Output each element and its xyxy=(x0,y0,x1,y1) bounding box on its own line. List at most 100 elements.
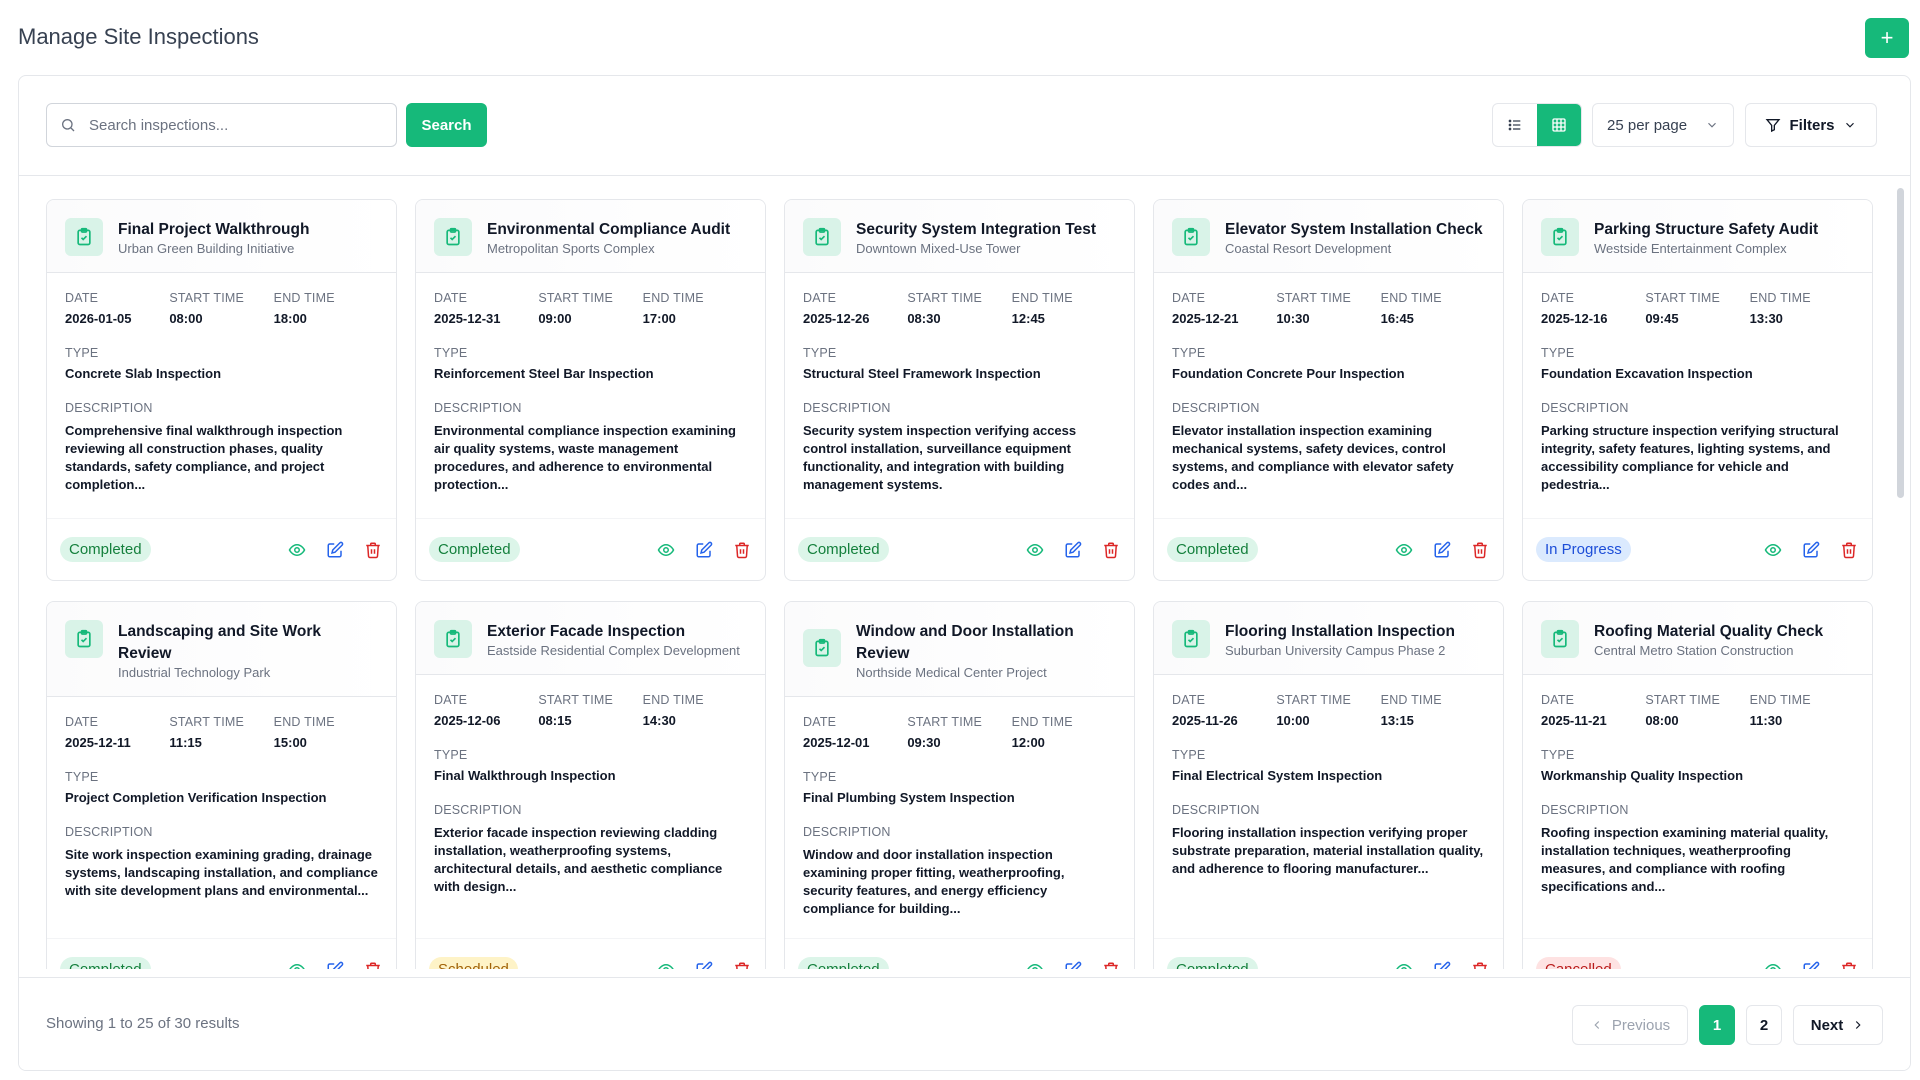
delete-icon[interactable] xyxy=(1471,541,1489,559)
card-title: Window and Door Installation Review xyxy=(856,623,1074,662)
search-box[interactable] xyxy=(46,103,397,147)
description-label: DESCRIPTION xyxy=(1541,401,1629,415)
card-title: Elevator System Installation Check xyxy=(1225,221,1483,238)
status-badge: Scheduled xyxy=(429,957,518,969)
delete-icon[interactable] xyxy=(1471,961,1489,969)
grid-view-button[interactable] xyxy=(1537,104,1581,146)
type-value: Concrete Slab Inspection xyxy=(65,366,222,381)
start-time-value: 09:45 xyxy=(1645,311,1679,326)
inspection-card: Final Project Walkthrough Urban Green Bui… xyxy=(46,199,397,581)
delete-icon[interactable] xyxy=(1102,961,1120,969)
description-label: DESCRIPTION xyxy=(434,401,522,415)
view-icon[interactable] xyxy=(1764,961,1782,969)
delete-icon[interactable] xyxy=(364,961,382,969)
view-icon[interactable] xyxy=(657,961,675,969)
type-label: TYPE xyxy=(1541,346,1575,360)
start-time-label: START TIME xyxy=(907,715,983,729)
pagination-footer: Showing 1 to 25 of 30 results Previous 1… xyxy=(19,977,1910,1070)
date-value: 2025-11-26 xyxy=(1172,713,1238,728)
inspection-card: Environmental Compliance Audit Metropolit… xyxy=(415,199,766,581)
description-value: Roofing inspection examining material qu… xyxy=(1541,825,1829,894)
view-icon[interactable] xyxy=(288,541,306,559)
type-label: TYPE xyxy=(803,770,837,784)
status-badge: Completed xyxy=(798,957,889,969)
grid-icon xyxy=(1551,117,1567,133)
start-time-label: START TIME xyxy=(1645,693,1721,707)
toolbar: Search 25 per page Filters xyxy=(19,76,1910,176)
per-page-select[interactable]: 25 per page xyxy=(1592,103,1734,147)
clipboard-check-icon xyxy=(1172,218,1210,256)
end-time-value: 11:30 xyxy=(1749,713,1783,728)
end-time-value: 14:30 xyxy=(642,713,676,728)
type-label: TYPE xyxy=(65,770,99,784)
description-value: Elevator installation inspection examini… xyxy=(1172,423,1454,492)
date-label: DATE xyxy=(1541,693,1575,707)
description-label: DESCRIPTION xyxy=(1172,401,1260,415)
delete-icon[interactable] xyxy=(1102,541,1120,559)
delete-icon[interactable] xyxy=(733,541,751,559)
card-title: Environmental Compliance Audit xyxy=(487,221,731,238)
inspections-panel: Search 25 per page Filters xyxy=(18,75,1911,1071)
card-title: Landscaping and Site Work Review xyxy=(118,623,321,662)
delete-icon[interactable] xyxy=(1840,541,1858,559)
delete-icon[interactable] xyxy=(364,541,382,559)
add-inspection-button[interactable]: + xyxy=(1865,18,1909,58)
view-icon[interactable] xyxy=(288,961,306,969)
results-summary: Showing 1 to 25 of 30 results xyxy=(46,1015,240,1032)
page-1-button[interactable]: 1 xyxy=(1699,1005,1735,1045)
status-badge: Completed xyxy=(60,537,151,562)
edit-icon[interactable] xyxy=(695,961,713,969)
search-input[interactable] xyxy=(89,116,379,134)
edit-icon[interactable] xyxy=(1064,961,1082,969)
date-value: 2025-12-26 xyxy=(803,311,870,326)
view-icon[interactable] xyxy=(1395,541,1413,559)
description-label: DESCRIPTION xyxy=(1172,803,1260,817)
end-time-label: END TIME xyxy=(1011,291,1073,305)
card-header: Environmental Compliance Audit Metropolit… xyxy=(416,200,765,273)
search-button[interactable]: Search xyxy=(406,103,487,147)
inspection-card: Security System Integration Test Downtown… xyxy=(784,199,1135,581)
end-time-value: 16:45 xyxy=(1380,311,1414,326)
list-view-button[interactable] xyxy=(1493,104,1537,146)
view-icon[interactable] xyxy=(1026,541,1044,559)
card-header: Exterior Facade Inspection Eastside Resid… xyxy=(416,602,765,675)
view-icon[interactable] xyxy=(1764,541,1782,559)
clipboard-check-icon xyxy=(1541,218,1579,256)
edit-icon[interactable] xyxy=(326,961,344,969)
next-page-button[interactable]: Next xyxy=(1793,1005,1883,1045)
delete-icon[interactable] xyxy=(733,961,751,969)
edit-icon[interactable] xyxy=(326,541,344,559)
edit-icon[interactable] xyxy=(1802,541,1820,559)
card-project: Urban Green Building Initiative xyxy=(118,241,295,256)
edit-icon[interactable] xyxy=(1433,541,1451,559)
view-icon[interactable] xyxy=(1026,961,1044,969)
type-label: TYPE xyxy=(1541,748,1575,762)
previous-page-button[interactable]: Previous xyxy=(1572,1005,1688,1045)
card-header: Window and Door Installation Review North… xyxy=(785,602,1134,697)
card-title: Roofing Material Quality Check xyxy=(1594,623,1824,640)
filters-button[interactable]: Filters xyxy=(1745,103,1877,147)
edit-icon[interactable] xyxy=(1064,541,1082,559)
description-value: Flooring installation inspection verifyi… xyxy=(1172,825,1484,876)
start-time-label: START TIME xyxy=(1276,693,1352,707)
inspection-card: Elevator System Installation Check Coasta… xyxy=(1153,199,1504,581)
scrollbar[interactable] xyxy=(1897,188,1904,498)
card-project: Industrial Technology Park xyxy=(118,665,271,680)
type-value: Structural Steel Framework Inspection xyxy=(803,366,1041,381)
status-badge: Completed xyxy=(429,537,520,562)
view-icon[interactable] xyxy=(1395,961,1413,969)
type-label: TYPE xyxy=(434,346,468,360)
inspection-card: Window and Door Installation Review North… xyxy=(784,601,1135,969)
date-label: DATE xyxy=(1541,291,1575,305)
card-project: Coastal Resort Development xyxy=(1225,241,1392,256)
edit-icon[interactable] xyxy=(695,541,713,559)
delete-icon[interactable] xyxy=(1840,961,1858,969)
view-icon[interactable] xyxy=(657,541,675,559)
card-title: Parking Structure Safety Audit xyxy=(1594,221,1819,238)
edit-icon[interactable] xyxy=(1433,961,1451,969)
card-header: Security System Integration Test Downtown… xyxy=(785,200,1134,273)
page-2-button[interactable]: 2 xyxy=(1746,1005,1782,1045)
edit-icon[interactable] xyxy=(1802,961,1820,969)
card-header: Parking Structure Safety Audit Westside E… xyxy=(1523,200,1872,273)
chevron-right-icon xyxy=(1851,1018,1865,1032)
